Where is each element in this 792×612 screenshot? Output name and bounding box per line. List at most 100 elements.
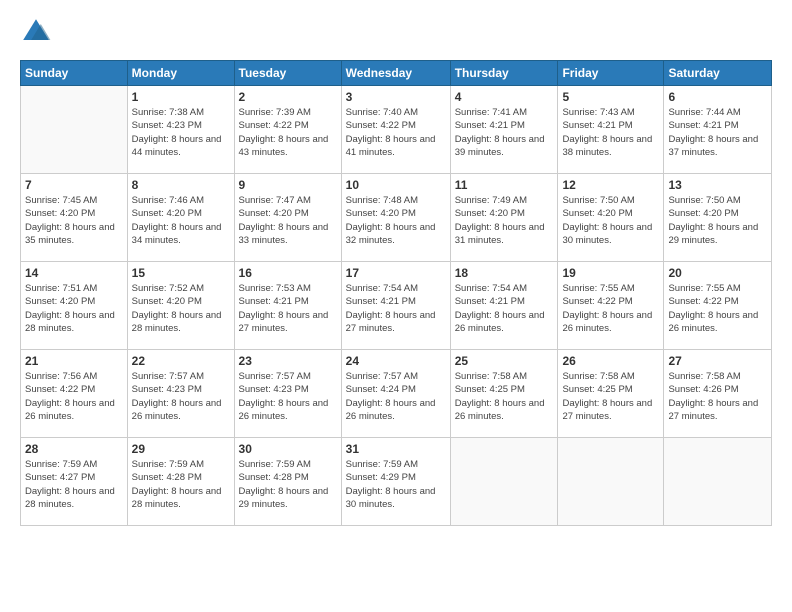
day-number: 6 [668,90,767,104]
day-number: 1 [132,90,230,104]
day-info: Sunrise: 7:57 AMSunset: 4:24 PMDaylight:… [346,370,446,423]
day-info: Sunrise: 7:51 AMSunset: 4:20 PMDaylight:… [25,282,123,335]
day-info: Sunrise: 7:55 AMSunset: 4:22 PMDaylight:… [562,282,659,335]
calendar-week-row: 21 Sunrise: 7:56 AMSunset: 4:22 PMDayligh… [21,350,772,438]
day-info: Sunrise: 7:55 AMSunset: 4:22 PMDaylight:… [668,282,767,335]
day-number: 8 [132,178,230,192]
calendar-cell: 17 Sunrise: 7:54 AMSunset: 4:21 PMDayligh… [341,262,450,350]
day-number: 15 [132,266,230,280]
day-number: 26 [562,354,659,368]
day-info: Sunrise: 7:44 AMSunset: 4:21 PMDaylight:… [668,106,767,159]
day-info: Sunrise: 7:43 AMSunset: 4:21 PMDaylight:… [562,106,659,159]
day-info: Sunrise: 7:59 AMSunset: 4:28 PMDaylight:… [132,458,230,511]
day-info: Sunrise: 7:49 AMSunset: 4:20 PMDaylight:… [455,194,554,247]
calendar-week-row: 7 Sunrise: 7:45 AMSunset: 4:20 PMDaylight… [21,174,772,262]
day-number: 23 [239,354,337,368]
day-info: Sunrise: 7:54 AMSunset: 4:21 PMDaylight:… [455,282,554,335]
calendar-header-tuesday: Tuesday [234,61,341,86]
day-number: 28 [25,442,123,456]
day-number: 3 [346,90,446,104]
calendar-cell: 15 Sunrise: 7:52 AMSunset: 4:20 PMDayligh… [127,262,234,350]
day-number: 2 [239,90,337,104]
day-number: 9 [239,178,337,192]
calendar-cell: 12 Sunrise: 7:50 AMSunset: 4:20 PMDayligh… [558,174,664,262]
calendar-cell: 22Sunrise: 7:57 AMSunset: 4:23 PMDayligh… [127,350,234,438]
calendar-header-saturday: Saturday [664,61,772,86]
calendar-week-row: 14 Sunrise: 7:51 AMSunset: 4:20 PMDayligh… [21,262,772,350]
day-info: Sunrise: 7:39 AMSunset: 4:22 PMDaylight:… [239,106,337,159]
day-info: Sunrise: 7:45 AMSunset: 4:20 PMDaylight:… [25,194,123,247]
calendar-cell [450,438,558,526]
day-info: Sunrise: 7:59 AMSunset: 4:28 PMDaylight:… [239,458,337,511]
day-info: Sunrise: 7:41 AMSunset: 4:21 PMDaylight:… [455,106,554,159]
calendar-cell: 18 Sunrise: 7:54 AMSunset: 4:21 PMDayligh… [450,262,558,350]
day-number: 11 [455,178,554,192]
calendar-cell: 7 Sunrise: 7:45 AMSunset: 4:20 PMDaylight… [21,174,128,262]
day-info: Sunrise: 7:57 AMSunset: 4:23 PMDaylight:… [132,370,230,423]
calendar-week-row: 1 Sunrise: 7:38 AMSunset: 4:23 PMDaylight… [21,86,772,174]
day-number: 4 [455,90,554,104]
day-number: 7 [25,178,123,192]
logo [20,16,56,48]
day-info: Sunrise: 7:58 AMSunset: 4:25 PMDaylight:… [455,370,554,423]
calendar-cell: 27Sunrise: 7:58 AMSunset: 4:26 PMDayligh… [664,350,772,438]
day-info: Sunrise: 7:53 AMSunset: 4:21 PMDaylight:… [239,282,337,335]
calendar-cell: 14 Sunrise: 7:51 AMSunset: 4:20 PMDayligh… [21,262,128,350]
day-number: 16 [239,266,337,280]
calendar-cell: 24 Sunrise: 7:57 AMSunset: 4:24 PMDayligh… [341,350,450,438]
day-info: Sunrise: 7:54 AMSunset: 4:21 PMDaylight:… [346,282,446,335]
calendar-header-friday: Friday [558,61,664,86]
day-number: 14 [25,266,123,280]
calendar-cell: 25 Sunrise: 7:58 AMSunset: 4:25 PMDayligh… [450,350,558,438]
calendar-cell: 10 Sunrise: 7:48 AMSunset: 4:20 PMDayligh… [341,174,450,262]
day-info: Sunrise: 7:50 AMSunset: 4:20 PMDaylight:… [562,194,659,247]
calendar-cell: 9Sunrise: 7:47 AMSunset: 4:20 PMDaylight… [234,174,341,262]
page: SundayMondayTuesdayWednesdayThursdayFrid… [0,0,792,612]
calendar-cell [21,86,128,174]
calendar-week-row: 28 Sunrise: 7:59 AMSunset: 4:27 PMDayligh… [21,438,772,526]
calendar-cell: 5 Sunrise: 7:43 AMSunset: 4:21 PMDaylight… [558,86,664,174]
day-info: Sunrise: 7:59 AMSunset: 4:27 PMDaylight:… [25,458,123,511]
calendar-cell [558,438,664,526]
header [20,16,772,48]
day-number: 12 [562,178,659,192]
day-info: Sunrise: 7:57 AMSunset: 4:23 PMDaylight:… [239,370,337,423]
calendar-cell: 19 Sunrise: 7:55 AMSunset: 4:22 PMDayligh… [558,262,664,350]
calendar-header-wednesday: Wednesday [341,61,450,86]
calendar-cell: 20 Sunrise: 7:55 AMSunset: 4:22 PMDayligh… [664,262,772,350]
day-number: 19 [562,266,659,280]
day-info: Sunrise: 7:38 AMSunset: 4:23 PMDaylight:… [132,106,230,159]
day-info: Sunrise: 7:56 AMSunset: 4:22 PMDaylight:… [25,370,123,423]
calendar-cell: 21 Sunrise: 7:56 AMSunset: 4:22 PMDayligh… [21,350,128,438]
day-info: Sunrise: 7:59 AMSunset: 4:29 PMDaylight:… [346,458,446,511]
calendar-cell: 2 Sunrise: 7:39 AMSunset: 4:22 PMDaylight… [234,86,341,174]
day-number: 17 [346,266,446,280]
day-info: Sunrise: 7:52 AMSunset: 4:20 PMDaylight:… [132,282,230,335]
calendar-cell: 26Sunrise: 7:58 AMSunset: 4:25 PMDayligh… [558,350,664,438]
day-number: 24 [346,354,446,368]
day-number: 5 [562,90,659,104]
day-number: 10 [346,178,446,192]
day-info: Sunrise: 7:40 AMSunset: 4:22 PMDaylight:… [346,106,446,159]
calendar-cell: 29 Sunrise: 7:59 AMSunset: 4:28 PMDayligh… [127,438,234,526]
day-info: Sunrise: 7:48 AMSunset: 4:20 PMDaylight:… [346,194,446,247]
day-number: 25 [455,354,554,368]
day-info: Sunrise: 7:46 AMSunset: 4:20 PMDaylight:… [132,194,230,247]
day-number: 29 [132,442,230,456]
calendar-cell: 8 Sunrise: 7:46 AMSunset: 4:20 PMDaylight… [127,174,234,262]
day-number: 21 [25,354,123,368]
calendar-cell: 1 Sunrise: 7:38 AMSunset: 4:23 PMDaylight… [127,86,234,174]
day-number: 18 [455,266,554,280]
calendar-cell: 6 Sunrise: 7:44 AMSunset: 4:21 PMDaylight… [664,86,772,174]
logo-icon [20,16,52,48]
calendar-cell: 23 Sunrise: 7:57 AMSunset: 4:23 PMDayligh… [234,350,341,438]
calendar-header-monday: Monday [127,61,234,86]
calendar-cell: 4 Sunrise: 7:41 AMSunset: 4:21 PMDaylight… [450,86,558,174]
calendar-header-thursday: Thursday [450,61,558,86]
day-number: 20 [668,266,767,280]
calendar-cell: 13Sunrise: 7:50 AMSunset: 4:20 PMDayligh… [664,174,772,262]
calendar-header-sunday: Sunday [21,61,128,86]
day-number: 13 [668,178,767,192]
calendar-cell: 16 Sunrise: 7:53 AMSunset: 4:21 PMDayligh… [234,262,341,350]
calendar-cell: 11 Sunrise: 7:49 AMSunset: 4:20 PMDayligh… [450,174,558,262]
